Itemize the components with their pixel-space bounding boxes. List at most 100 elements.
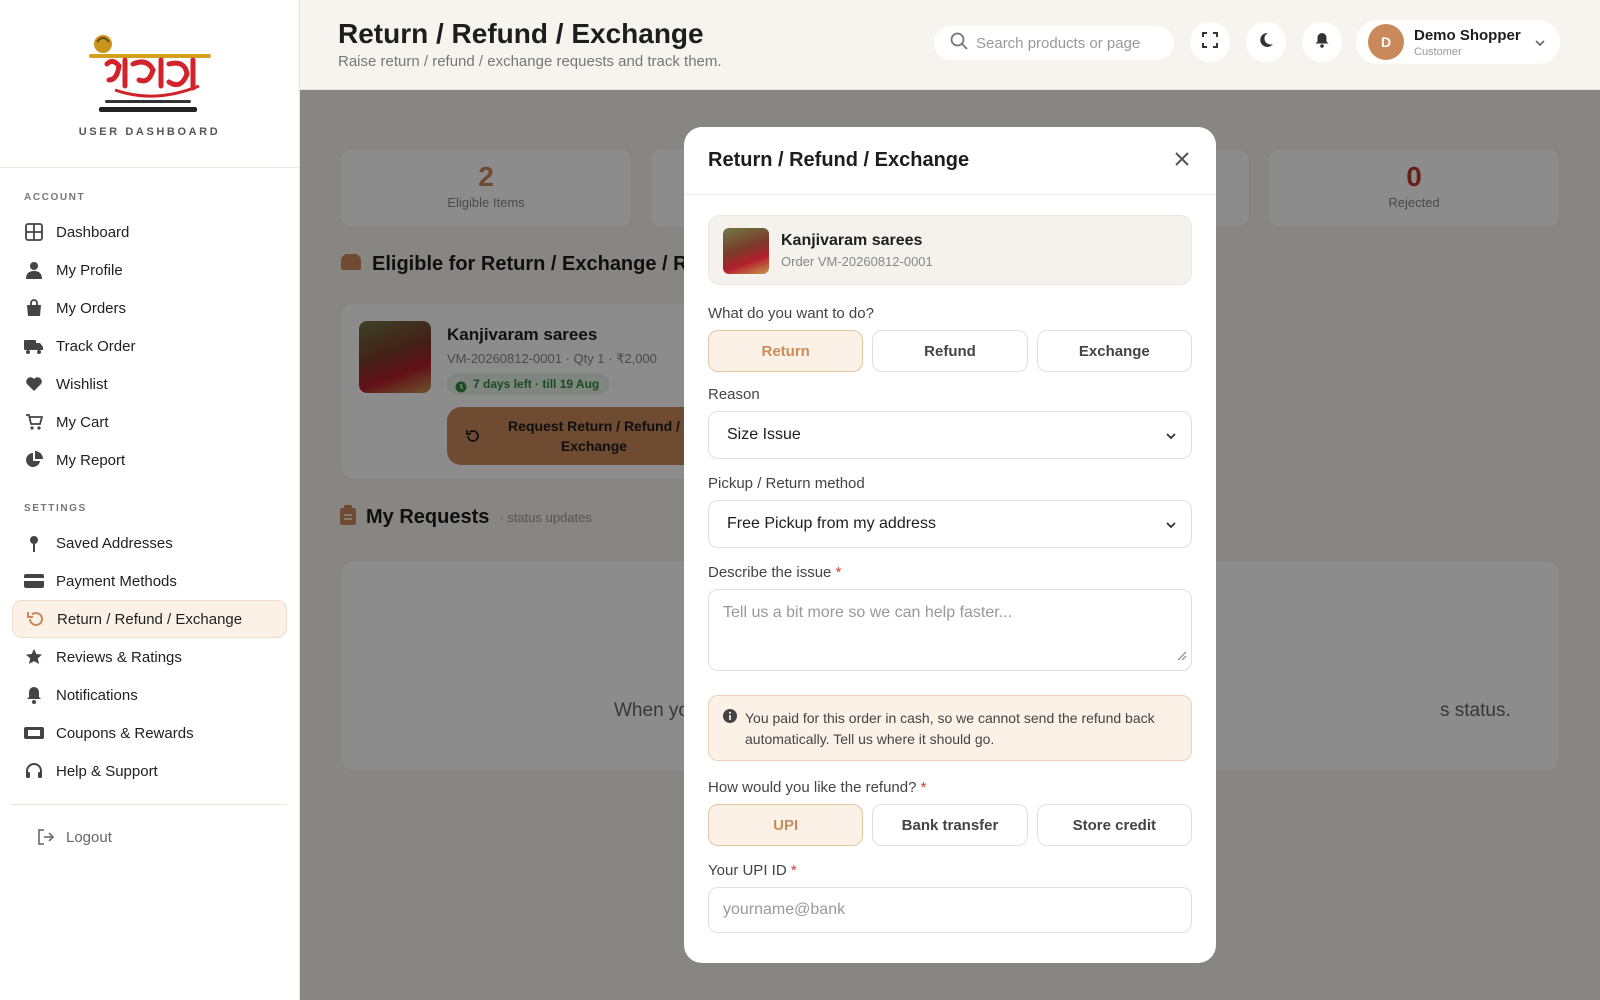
- grid-icon: [24, 222, 44, 242]
- required-mark: *: [790, 862, 797, 879]
- search-input[interactable]: Search products or page: [934, 26, 1174, 60]
- refund-method-label: How would you like the refund? *: [708, 779, 1192, 796]
- description-placeholder: Tell us a bit more so we can help faster…: [723, 604, 1013, 621]
- describe-label-text: Describe the issue: [708, 564, 832, 581]
- upi-option[interactable]: UPI: [708, 804, 864, 846]
- bell-icon: [24, 685, 44, 705]
- selected-product: Kanjivaram sarees Order VM-20260812-0001: [708, 215, 1192, 285]
- logout-label: Logout: [66, 828, 112, 846]
- user-menu[interactable]: D Demo Shopper Customer: [1356, 20, 1560, 64]
- sidebar-item-payment-methods[interactable]: Payment Methods: [12, 562, 287, 600]
- return-refund-exchange-modal: Return / Refund / Exchange Kanjivaram sa…: [684, 127, 1216, 963]
- user-name: Demo Shopper: [1414, 26, 1521, 44]
- sidebar-item-notifications[interactable]: Notifications: [12, 676, 287, 714]
- credit-card-icon: [24, 571, 44, 591]
- user-role: Customer: [1414, 45, 1462, 58]
- sidebar-item-cart[interactable]: My Cart: [12, 403, 287, 441]
- account-nav: Dashboard My Profile My Orders Track Ord…: [0, 213, 299, 479]
- sidebar-item-label: Help & Support: [56, 762, 158, 780]
- sidebar-item-label: Wishlist: [56, 375, 108, 393]
- modal-body: Kanjivaram sarees Order VM-20260812-0001…: [708, 215, 1192, 933]
- required-mark: *: [920, 779, 927, 796]
- notifications-button[interactable]: [1302, 22, 1342, 62]
- refund-option[interactable]: Refund: [872, 330, 1028, 372]
- upi-id-input[interactable]: yourname@bank: [708, 887, 1192, 933]
- refund-label-text: How would you like the refund?: [708, 779, 917, 796]
- sidebar-item-track-order[interactable]: Track Order: [12, 327, 287, 365]
- method-label: Pickup / Return method: [708, 475, 865, 492]
- sidebar-item-profile[interactable]: My Profile: [12, 251, 287, 289]
- store-credit-option[interactable]: Store credit: [1036, 804, 1192, 846]
- brand: USER DASHBOARD: [0, 0, 299, 168]
- sidebar-item-label: Return / Refund / Exchange: [57, 610, 243, 628]
- sidebar-item-label: My Cart: [56, 413, 109, 431]
- modal-header: Return / Refund / Exchange: [684, 127, 1216, 195]
- ticket-icon: [24, 723, 44, 743]
- settings-nav: Saved Addresses Payment Methods Return /…: [0, 524, 299, 790]
- account-section-title: ACCOUNT: [24, 192, 86, 203]
- logout-button[interactable]: Logout: [0, 817, 299, 857]
- heart-icon: [24, 374, 44, 394]
- avatar: D: [1368, 24, 1404, 60]
- headset-icon: [24, 761, 44, 781]
- sidebar-item-label: Dashboard: [56, 223, 130, 241]
- sidebar-item-label: Reviews & Ratings: [56, 648, 182, 666]
- chevron-down-icon: [1165, 518, 1177, 536]
- cash-refund-note: You paid for this order in cash, so we c…: [708, 695, 1192, 761]
- sidebar-item-saved-addresses[interactable]: Saved Addresses: [12, 524, 287, 562]
- modal-title: Return / Refund / Exchange: [708, 149, 970, 171]
- sidebar-item-report[interactable]: My Report: [12, 441, 287, 479]
- info-icon: [723, 708, 737, 729]
- fullscreen-button[interactable]: [1190, 22, 1230, 62]
- upi-placeholder: yourname@bank: [723, 901, 846, 918]
- bank-transfer-option[interactable]: Bank transfer: [872, 804, 1028, 846]
- star-icon: [24, 647, 44, 667]
- upi-label: Your UPI ID *: [708, 862, 1192, 879]
- user-icon: [24, 260, 44, 280]
- sidebar-item-orders[interactable]: My Orders: [12, 289, 287, 327]
- sidebar-item-label: Notifications: [56, 686, 138, 704]
- sidebar-item-return-refund-exchange[interactable]: Return / Refund / Exchange: [12, 600, 287, 638]
- search-icon: [950, 32, 968, 55]
- fullscreen-icon: [1202, 31, 1218, 53]
- truck-icon: [24, 336, 44, 356]
- page-title: Return / Refund / Exchange: [338, 18, 704, 49]
- moon-icon: [1258, 32, 1274, 53]
- sidebar: USER DASHBOARD ACCOUNT Dashboard My Prof…: [0, 0, 300, 1000]
- bell-icon: [1314, 32, 1330, 53]
- product-order-id: Order VM-20260812-0001: [781, 254, 933, 269]
- action-label: What do you want to do?: [708, 305, 874, 322]
- sidebar-item-reviews[interactable]: Reviews & Ratings: [12, 638, 287, 676]
- cart-icon: [24, 412, 44, 432]
- sidebar-item-label: Coupons & Rewards: [56, 724, 194, 742]
- reason-label: Reason: [708, 386, 760, 403]
- sidebar-item-help[interactable]: Help & Support: [12, 752, 287, 790]
- return-option[interactable]: Return: [708, 330, 864, 372]
- brand-logo[interactable]: [85, 30, 215, 116]
- resize-handle-icon[interactable]: [1177, 648, 1187, 666]
- reason-value: Size Issue: [727, 426, 801, 443]
- issue-description-field[interactable]: Tell us a bit more so we can help faster…: [708, 589, 1192, 671]
- action-selector: Return Refund Exchange: [708, 330, 1192, 372]
- reason-select[interactable]: Size Issue: [708, 411, 1192, 459]
- sidebar-item-coupons[interactable]: Coupons & Rewards: [12, 714, 287, 752]
- sidebar-item-label: My Profile: [56, 261, 123, 279]
- close-icon: [1175, 151, 1189, 171]
- page-subtitle: Raise return / refund / exchange request…: [338, 53, 722, 70]
- logout-icon: [36, 827, 56, 847]
- close-button[interactable]: [1168, 147, 1196, 175]
- sidebar-item-label: My Orders: [56, 299, 127, 317]
- sidebar-item-label: My Report: [56, 451, 126, 469]
- sidebar-item-label: Track Order: [56, 337, 136, 355]
- sidebar-item-dashboard[interactable]: Dashboard: [12, 213, 287, 251]
- sidebar-item-label: Payment Methods: [56, 572, 177, 590]
- upi-label-text: Your UPI ID: [708, 862, 787, 879]
- product-name: Kanjivaram sarees: [781, 232, 923, 249]
- exchange-option[interactable]: Exchange: [1036, 330, 1192, 372]
- sidebar-item-wishlist[interactable]: Wishlist: [12, 365, 287, 403]
- theme-toggle-button[interactable]: [1246, 22, 1286, 62]
- sidebar-item-label: Saved Addresses: [56, 534, 173, 552]
- chevron-down-icon: [1534, 36, 1546, 54]
- return-method-select[interactable]: Free Pickup from my address: [708, 500, 1192, 548]
- bag-icon: [24, 298, 44, 318]
